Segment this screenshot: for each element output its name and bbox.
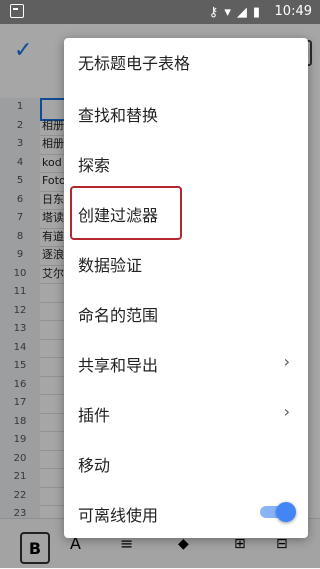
signal-icon: ◢ — [236, 4, 247, 20]
menu-item-label: 查找和替换 — [78, 106, 159, 125]
key-icon: ⚷ — [208, 4, 219, 20]
offline-toggle[interactable] — [260, 502, 296, 522]
notification-icon — [10, 4, 24, 18]
menu-item-label: 探索 — [78, 156, 111, 175]
battery-icon: ▮ — [252, 4, 260, 20]
menu-item-label: 命名的范围 — [78, 306, 159, 325]
menu-item-named-ranges[interactable]: 命名的范围 — [64, 288, 308, 338]
menu-item-data-validation[interactable]: 数据验证 — [64, 238, 308, 288]
menu-item-label: 插件 — [78, 406, 111, 425]
menu-item-label: 共享和导出 — [78, 356, 159, 375]
menu-item-offline[interactable]: 可离线使用 — [64, 488, 308, 538]
chevron-right-icon: › — [283, 402, 290, 421]
status-time: 10:49 — [274, 4, 312, 19]
status-icons: ⚷ ▾ ◢ ▮ — [209, 4, 260, 20]
menu-item-explore[interactable]: 探索 — [64, 138, 308, 188]
chevron-right-icon: › — [283, 352, 290, 371]
menu-title: 无标题电子表格 — [78, 54, 191, 73]
status-bar: ⚷ ▾ ◢ ▮ 10:49 — [0, 0, 320, 24]
menu-item-label: 可离线使用 — [78, 506, 159, 525]
menu-item-move[interactable]: 移动 — [64, 438, 308, 488]
wifi-icon: ▾ — [224, 4, 231, 20]
highlight-box — [70, 186, 182, 240]
menu-item-find-replace[interactable]: 查找和替换 — [64, 88, 308, 138]
menu-item-label: 移动 — [78, 456, 111, 475]
overflow-menu: 无标题电子表格 查找和替换 探索 创建过滤器 数据验证 命名的范围 共享和导出 … — [64, 38, 308, 538]
menu-item-addons[interactable]: 插件 › — [64, 388, 308, 438]
menu-item-label: 数据验证 — [78, 256, 143, 275]
menu-item-share-export[interactable]: 共享和导出 › — [64, 338, 308, 388]
